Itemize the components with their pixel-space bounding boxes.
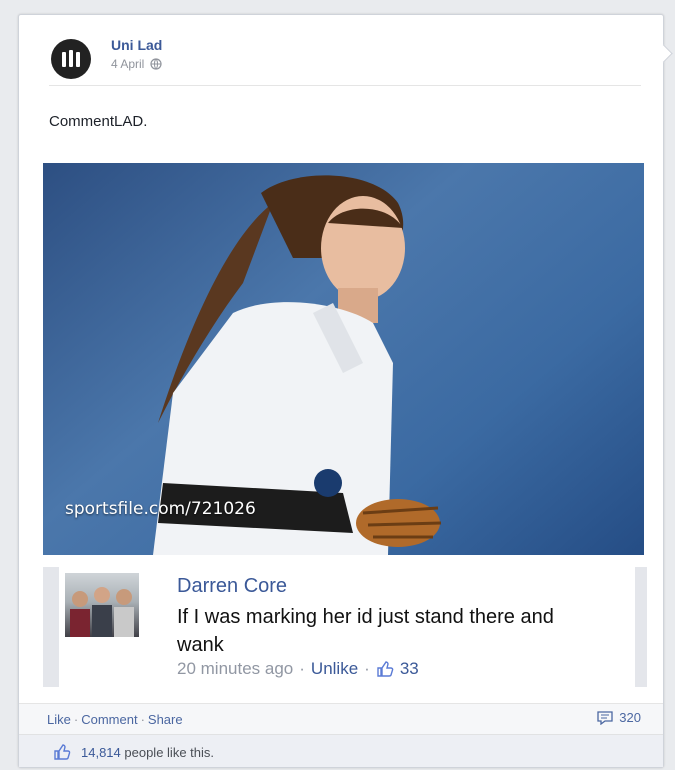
post-meta: 4 April: [111, 57, 162, 71]
post-actions: Like · Comment · Share 320: [19, 703, 663, 734]
thumbs-up-icon: [377, 661, 394, 677]
comment-button[interactable]: Comment: [81, 712, 137, 727]
post-text: CommentLAD.: [49, 113, 148, 130]
comment-bubble-icon: [597, 710, 613, 725]
group-photo-icon: [70, 587, 134, 637]
commenter-avatar: [65, 573, 139, 637]
like-thumb-icon: [54, 744, 71, 760]
action-links: Like · Comment · Share: [47, 711, 183, 729]
likes-summary: 14,814 people like this.: [19, 734, 663, 767]
page-name[interactable]: Uni Lad: [111, 37, 162, 53]
action-separator: ·: [73, 712, 79, 727]
like-button[interactable]: Like: [47, 712, 71, 727]
header-divider: [49, 85, 641, 86]
comment-separator: ·: [364, 659, 370, 678]
comment-screenshot: Darren Core If I was marking her id just…: [43, 567, 647, 687]
comment-meta: 20 minutes ago · Unlike · 33: [177, 659, 419, 679]
player-illustration: [153, 175, 442, 555]
comment-text: If I was marking her id just stand there…: [177, 606, 554, 656]
comment-count[interactable]: 320: [597, 710, 641, 725]
comment-time: 20 minutes ago: [177, 659, 294, 678]
likes-suffix: people like this.: [124, 744, 215, 760]
uni-lad-logo-icon: [62, 50, 80, 67]
comment-unlike: Unlike: [310, 659, 359, 678]
action-separator: ·: [140, 712, 145, 727]
post-card: Uni Lad 4 April CommentLAD. sportsfile.c…: [18, 14, 673, 768]
card-notch: [654, 44, 673, 63]
likes-count[interactable]: 14,814: [81, 745, 121, 760]
comment-like-count: 33: [399, 659, 419, 678]
post-photo[interactable]: sportsfile.com/721026: [43, 163, 644, 555]
share-button[interactable]: Share: [148, 712, 183, 727]
post-date[interactable]: 4 April: [111, 57, 144, 71]
comment-separator: ·: [299, 659, 305, 678]
comment-author: Darren Core: [177, 575, 288, 597]
comment-count-value: 320: [619, 710, 641, 725]
photo-watermark: sportsfile.com/721026: [65, 499, 256, 519]
globe-icon[interactable]: [150, 58, 162, 70]
page-avatar[interactable]: [51, 39, 91, 79]
